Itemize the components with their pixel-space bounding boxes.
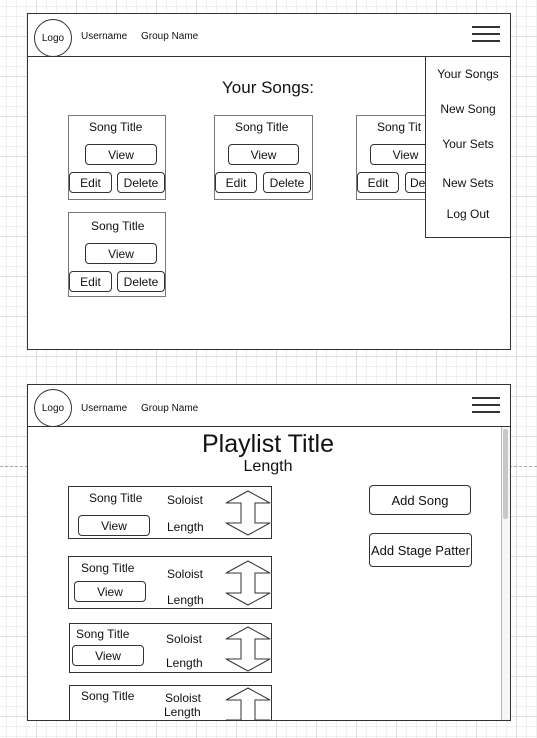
logo[interactable]: Logo bbox=[34, 19, 72, 57]
song-title: Song Tit bbox=[377, 120, 422, 134]
view-button[interactable]: View bbox=[72, 645, 144, 666]
view-button[interactable]: View bbox=[228, 144, 299, 165]
view-button[interactable]: View bbox=[78, 515, 150, 536]
drag-handle-icon[interactable] bbox=[225, 687, 271, 721]
view-button[interactable]: View bbox=[74, 581, 146, 602]
song-card: Song Title View Edit Delete bbox=[68, 212, 166, 297]
hamburger-menu-icon[interactable] bbox=[472, 26, 500, 46]
song-title: Song Title bbox=[235, 120, 289, 134]
soloist-label: Soloist bbox=[167, 493, 204, 507]
scrollbar-thumb[interactable] bbox=[503, 429, 508, 519]
song-title: Song Title bbox=[89, 491, 143, 505]
group-name-label[interactable]: Group Name bbox=[141, 31, 198, 42]
username-label[interactable]: Username bbox=[81, 31, 127, 42]
edit-button[interactable]: Edit bbox=[69, 172, 112, 193]
delete-button[interactable]: Delete bbox=[263, 172, 311, 193]
song-card: Song Title View Edit Delete bbox=[214, 115, 313, 200]
songs-screen: Logo Username Group Name Your Songs: Son… bbox=[27, 13, 511, 350]
menu-item-log-out[interactable]: Log Out bbox=[426, 207, 510, 221]
playlist-row[interactable]: Song Title Soloist View Length bbox=[69, 623, 272, 673]
view-button[interactable]: View bbox=[85, 243, 157, 264]
add-song-button[interactable]: Add Song bbox=[369, 485, 471, 515]
soloist-label: Soloist bbox=[166, 632, 203, 646]
logo[interactable]: Logo bbox=[34, 389, 72, 427]
song-title: Song Title bbox=[89, 120, 143, 134]
hamburger-menu-icon[interactable] bbox=[472, 397, 500, 417]
length-label: Length bbox=[167, 593, 204, 607]
edit-button[interactable]: Edit bbox=[357, 172, 399, 193]
song-title: Song Title bbox=[76, 627, 130, 641]
length-label: Length bbox=[164, 705, 201, 719]
playlist-row[interactable]: Song Title Soloist Length bbox=[69, 685, 272, 721]
page-title: Your Songs: bbox=[222, 78, 314, 97]
playlist-screen: Logo Username Group Name Playlist Title … bbox=[27, 384, 511, 721]
menu-item-new-song[interactable]: New Song bbox=[426, 102, 510, 116]
menu-item-your-songs[interactable]: Your Songs bbox=[426, 67, 510, 81]
scrollbar[interactable] bbox=[501, 427, 510, 720]
edit-button[interactable]: Edit bbox=[215, 172, 257, 193]
menu-item-new-sets[interactable]: New Sets bbox=[426, 176, 510, 190]
playlist-length: Length bbox=[243, 458, 293, 475]
song-title: Song Title bbox=[81, 689, 135, 703]
username-label[interactable]: Username bbox=[81, 403, 127, 414]
group-name-label[interactable]: Group Name bbox=[141, 403, 198, 414]
song-title: Song Title bbox=[91, 219, 145, 233]
add-stage-patter-button[interactable]: Add Stage Patter bbox=[369, 533, 472, 567]
song-title: Song Title bbox=[81, 561, 135, 575]
drag-handle-icon[interactable] bbox=[225, 626, 271, 672]
soloist-label: Soloist bbox=[165, 691, 202, 705]
playlist-row[interactable]: Song Title Soloist View Length bbox=[68, 556, 272, 609]
playlist-row[interactable]: Song Title Soloist View Length bbox=[68, 486, 272, 539]
length-label: Length bbox=[166, 656, 203, 670]
drag-handle-icon[interactable] bbox=[225, 560, 271, 606]
menu-item-your-sets[interactable]: Your Sets bbox=[426, 137, 510, 151]
length-label: Length bbox=[167, 520, 204, 534]
header-divider bbox=[28, 426, 510, 427]
playlist-title: Playlist Title bbox=[202, 430, 334, 458]
drag-handle-icon[interactable] bbox=[225, 490, 271, 536]
view-button[interactable]: View bbox=[85, 144, 157, 165]
delete-button[interactable]: Delete bbox=[117, 172, 165, 193]
song-card: Song Title View Edit Delete bbox=[68, 115, 166, 200]
nav-dropdown-menu: Your Songs New Song Your Sets New Sets L… bbox=[425, 56, 511, 238]
edit-button[interactable]: Edit bbox=[69, 271, 112, 292]
soloist-label: Soloist bbox=[167, 567, 204, 581]
delete-button[interactable]: Delete bbox=[117, 271, 165, 292]
